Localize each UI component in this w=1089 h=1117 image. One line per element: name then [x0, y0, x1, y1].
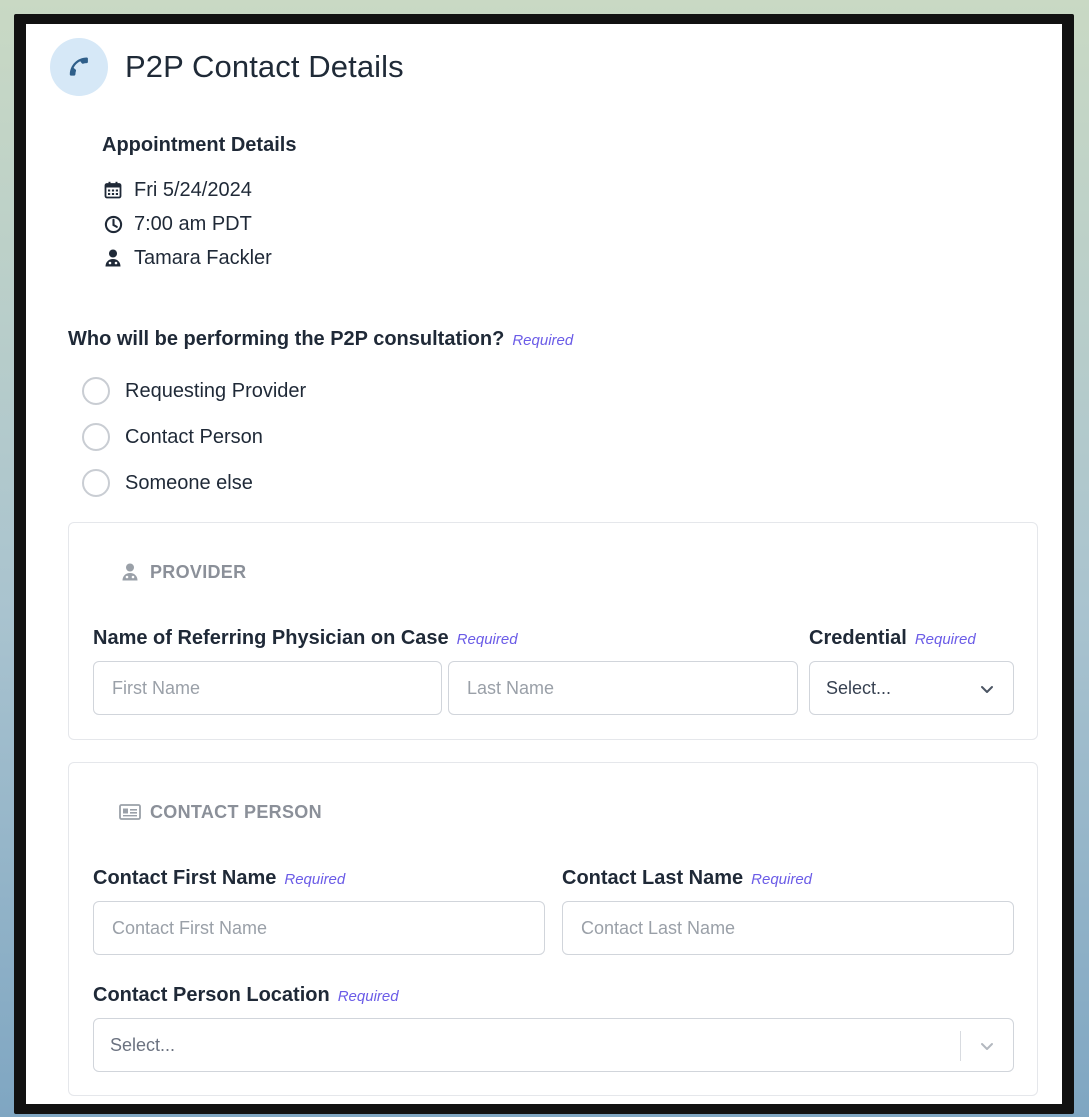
section-title: PROVIDER	[150, 561, 247, 582]
p2p-contact-panel: P2P Contact Details Appointment Details …	[26, 24, 1062, 1104]
select-divider	[960, 1031, 961, 1061]
credential-label: Credential Required	[809, 627, 976, 650]
credential-select[interactable]: Select...	[809, 661, 1014, 715]
page-title: P2P Contact Details	[125, 49, 404, 84]
required-tag: Required	[914, 631, 976, 648]
appointment-details: Appointment Details Fri 5/24/2024 7:00 a…	[102, 134, 296, 275]
chevron-down-icon	[981, 686, 993, 693]
radio-option-requesting-provider[interactable]: Requesting Provider	[82, 368, 306, 414]
contact-person-section: CONTACT PERSON Contact First Name Require…	[68, 762, 1038, 1096]
contact-last-name-input[interactable]	[562, 901, 1014, 955]
appointment-person: Tamara Fackler	[134, 246, 272, 269]
contact-first-name-input[interactable]	[93, 901, 545, 955]
select-value: Select...	[110, 1034, 176, 1055]
contact-location-select[interactable]: Select...	[93, 1018, 1014, 1072]
radio-button[interactable]	[82, 423, 110, 451]
field-label: Contact Last Name	[562, 867, 744, 889]
appointment-date: Fri 5/24/2024	[134, 178, 252, 201]
required-tag: Required	[456, 631, 518, 648]
required-tag: Required	[512, 332, 574, 349]
first-name-input[interactable]	[93, 661, 442, 715]
radio-button[interactable]	[82, 377, 110, 405]
appointment-title: Appointment Details	[102, 134, 297, 156]
appointment-time: 7:00 am PDT	[134, 212, 252, 235]
contact-last-name-label: Contact Last Name Required	[562, 867, 812, 890]
radio-label: Requesting Provider	[125, 379, 307, 402]
field-label: Credential	[809, 627, 907, 649]
chevron-down-icon	[981, 1043, 993, 1050]
contact-section-header: CONTACT PERSON	[119, 801, 322, 823]
calendar-icon	[102, 179, 124, 201]
appointment-time-row: 7:00 am PDT	[102, 207, 296, 241]
radio-label: Someone else	[125, 471, 253, 494]
select-value: Select...	[826, 677, 892, 698]
radio-button[interactable]	[82, 469, 110, 497]
field-label: Contact Person Location	[93, 984, 330, 1006]
required-tag: Required	[337, 988, 399, 1005]
user-md-icon	[102, 247, 124, 269]
contact-location-label: Contact Person Location Required	[93, 984, 399, 1007]
performer-radio-group: Requesting Provider Contact Person Someo…	[82, 368, 306, 506]
consultation-question: Who will be performing the P2P consultat…	[68, 328, 573, 351]
required-tag: Required	[751, 871, 813, 888]
provider-section-header: PROVIDER	[119, 561, 246, 583]
section-title: CONTACT PERSON	[150, 801, 322, 822]
required-tag: Required	[284, 871, 346, 888]
clock-icon	[102, 213, 124, 235]
radio-option-contact-person[interactable]: Contact Person	[82, 414, 306, 460]
panel-header: P2P Contact Details	[50, 38, 404, 96]
field-label: Contact First Name	[93, 867, 277, 889]
radio-label: Contact Person	[125, 425, 263, 448]
question-label: Who will be performing the P2P consultat…	[68, 328, 505, 350]
appointment-date-row: Fri 5/24/2024	[102, 173, 296, 207]
radio-option-someone-else[interactable]: Someone else	[82, 460, 306, 506]
referring-physician-label: Name of Referring Physician on Case Requi…	[93, 627, 518, 650]
contact-first-name-label: Contact First Name Required	[93, 867, 345, 890]
phone-icon	[50, 38, 108, 96]
last-name-input[interactable]	[448, 661, 798, 715]
provider-section: PROVIDER Name of Referring Physician on …	[68, 522, 1038, 740]
appointment-person-row: Tamara Fackler	[102, 241, 296, 275]
field-label: Name of Referring Physician on Case	[93, 627, 449, 649]
id-card-icon	[119, 801, 141, 823]
user-md-icon	[119, 561, 141, 583]
